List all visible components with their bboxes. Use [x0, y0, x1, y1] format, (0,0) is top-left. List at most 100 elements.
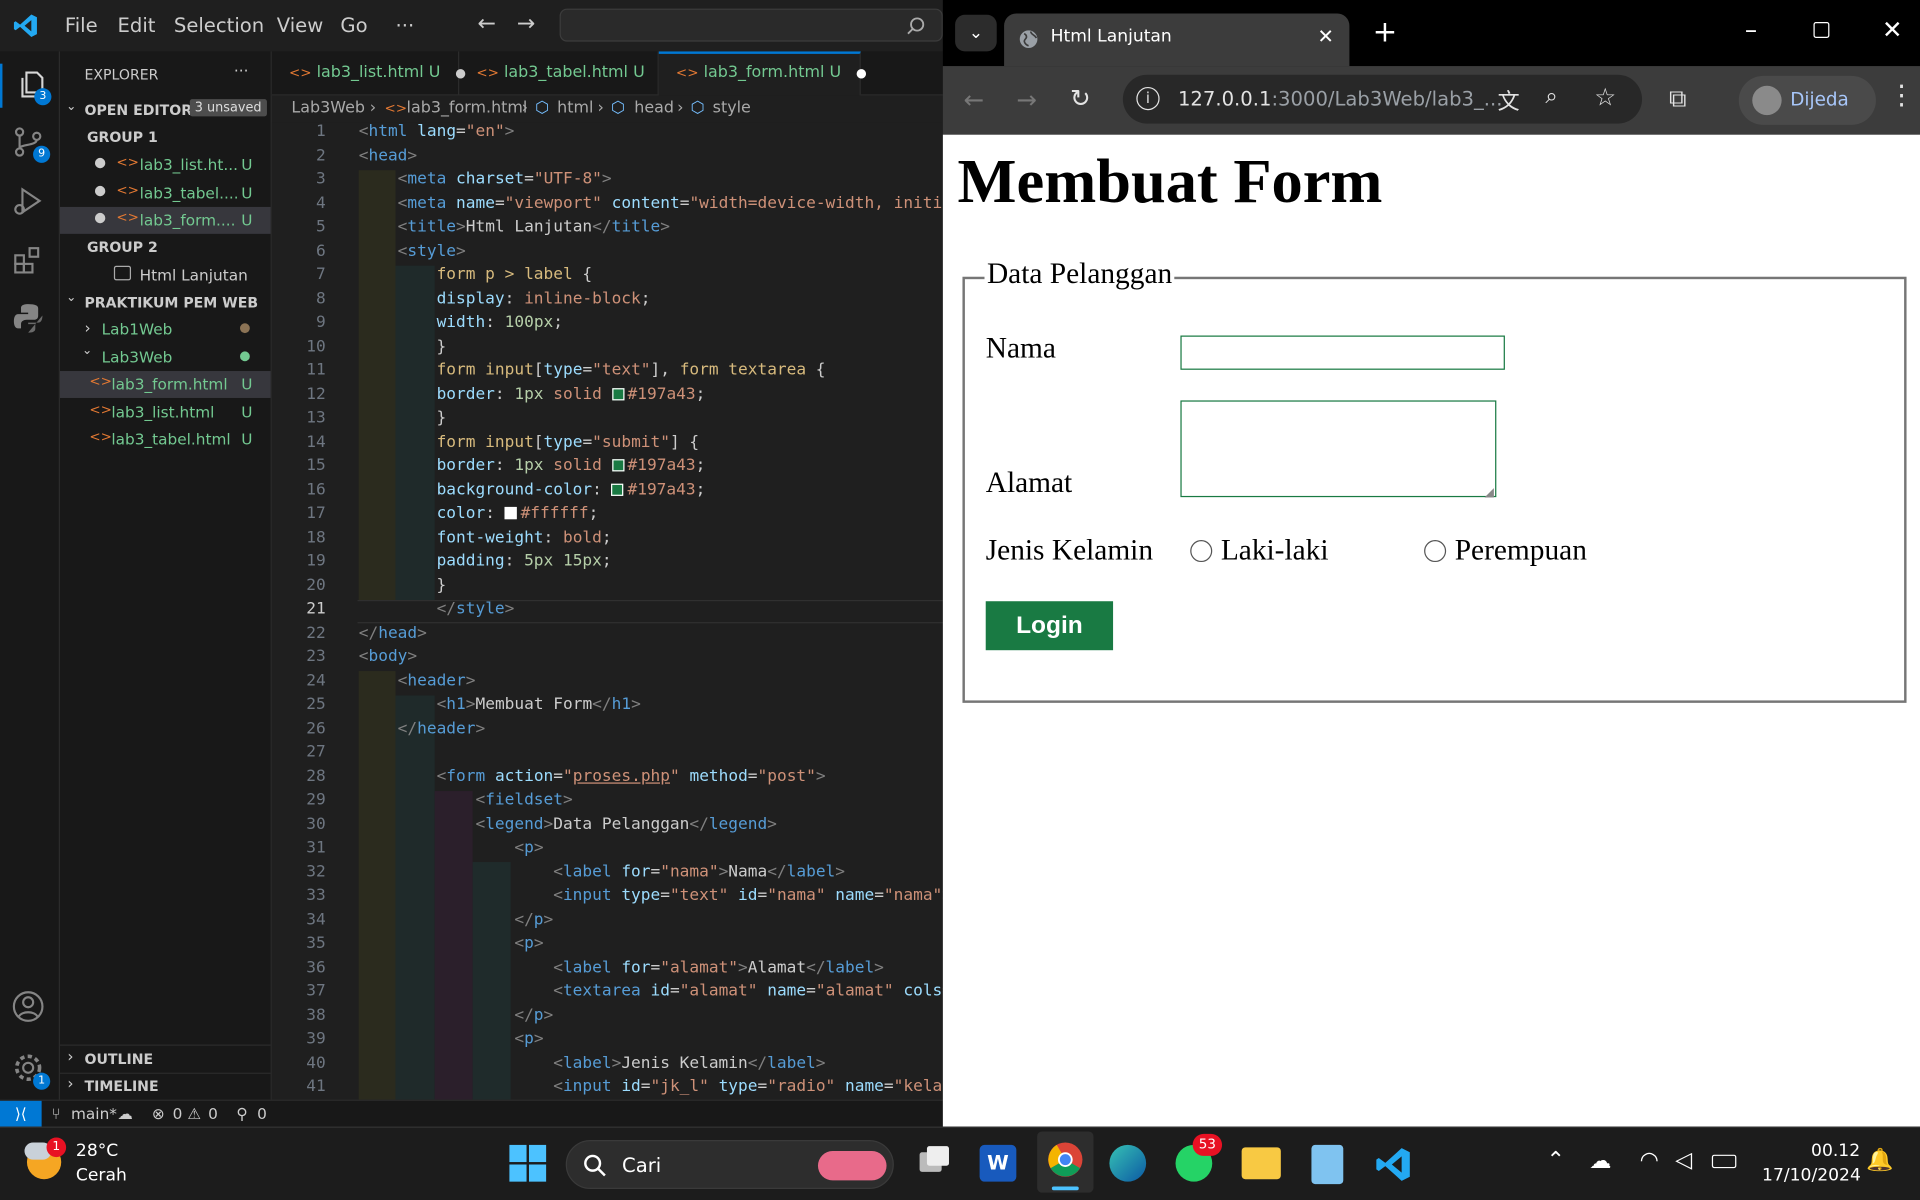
windows-start-icon[interactable] — [509, 1144, 547, 1182]
warning-icon[interactable]: ⚠ — [187, 1101, 201, 1128]
chevron-down-icon[interactable]: ⌄ — [66, 100, 76, 113]
menu-go[interactable]: Go — [340, 13, 367, 36]
volume-icon[interactable]: ◁ — [1675, 1147, 1692, 1173]
open-editor-item[interactable]: ● <> lab3_tabel.... U — [60, 180, 271, 207]
menu-file[interactable]: File — [65, 13, 98, 36]
minimize-icon[interactable]: – — [1745, 15, 1757, 44]
unsaved-dot-icon[interactable]: ● — [856, 67, 867, 80]
notepad-icon[interactable] — [1311, 1144, 1344, 1185]
kebab-menu-icon[interactable]: ⋮ — [1888, 81, 1915, 112]
back-arrow-icon[interactable]: ← — [478, 11, 496, 37]
breadcrumb-item[interactable]: html — [557, 96, 593, 123]
sync-icon[interactable]: ☁ — [118, 1101, 133, 1128]
project-header[interactable]: PRAKTIKUM PEM WEB — [84, 294, 258, 311]
taskbar-search[interactable]: Cari — [565, 1140, 894, 1189]
profile-button[interactable]: Dijeda — [1738, 75, 1876, 125]
accounts-activity[interactable] — [11, 989, 50, 1028]
unsaved-dot-icon[interactable]: ● — [94, 154, 106, 170]
login-button[interactable]: Login — [985, 601, 1114, 651]
breadcrumb-item[interactable]: lab3_form.html — [407, 96, 528, 123]
clock-date[interactable]: 17/10/2024 — [1762, 1166, 1861, 1186]
forward-arrow-icon[interactable]: → — [1016, 84, 1037, 113]
bookmark-star-icon[interactable]: ☆ — [1594, 82, 1616, 111]
ports-icon[interactable]: ⚲ — [236, 1101, 247, 1128]
battery-icon[interactable] — [1711, 1154, 1737, 1169]
close-tab-icon[interactable]: ✕ — [1318, 24, 1334, 47]
menu-more[interactable]: ··· — [396, 13, 415, 36]
code-editor[interactable]: 1 2 3 4 5 6 7 8 9 10 11 12 13 14 15 16 17 18 19 20 21 22 23 24 2… — [271, 122, 943, 1100]
whatsapp-icon[interactable]: 53 — [1175, 1133, 1223, 1182]
folder-item[interactable]: ⌄ Lab3Web — [60, 344, 271, 371]
color-swatch[interactable] — [611, 387, 624, 400]
remote-indicator[interactable]: ⟩⟨ — [0, 1100, 42, 1128]
file-explorer-icon[interactable] — [1241, 1147, 1281, 1180]
address-bar[interactable]: i 127.0.0.1:3000/Lab3Web/lab3_... 文 ⌕ ☆ — [1122, 74, 1643, 124]
file-item[interactable]: <> lab3_list.html U — [60, 399, 271, 426]
open-editor-item-active[interactable]: ● <> lab3_form.... U — [60, 206, 271, 234]
radio-laki-laki[interactable] — [1190, 540, 1213, 563]
menu-view[interactable]: View — [277, 13, 323, 36]
chevron-right-icon[interactable]: › — [67, 1074, 73, 1092]
tab-lab3-list[interactable]: <> lab3_list.html U ● — [272, 51, 466, 96]
forward-arrow-icon[interactable]: → — [517, 11, 535, 37]
chevron-up-icon[interactable]: ⌃ — [1547, 1147, 1565, 1173]
folder-item[interactable]: › Lab1Web — [60, 316, 271, 343]
run-debug-activity[interactable] — [11, 184, 50, 223]
branch-name[interactable]: main* — [71, 1101, 117, 1128]
weather-widget[interactable]: 1 — [24, 1137, 67, 1182]
breadcrumb-item[interactable]: Lab3Web — [291, 96, 365, 123]
extensions-puzzle-icon[interactable]: ⧉ — [1669, 83, 1686, 112]
source-control-activity[interactable]: 9 — [11, 125, 51, 164]
clock-time[interactable]: 00.12 — [1811, 1141, 1860, 1161]
tab-lab3-form[interactable]: <> lab3_form.html U ● — [658, 51, 867, 96]
explorer-activity[interactable]: 3 — [0, 63, 60, 108]
file-item-active[interactable]: <> lab3_form.html U — [60, 371, 271, 398]
settings-activity[interactable]: 1 — [11, 1051, 51, 1090]
notification-bell-icon[interactable]: 🔔 — [1866, 1147, 1893, 1173]
browser-tab-active[interactable]: Html Lanjutan ✕ — [1004, 13, 1350, 67]
alamat-textarea[interactable]: ◢ — [1180, 400, 1497, 500]
reload-icon[interactable]: ↻ — [1070, 83, 1091, 112]
extensions-activity[interactable] — [11, 242, 50, 281]
tab-lab3-tabel[interactable]: <> lab3_tabel.html U ● — [459, 51, 670, 96]
close-window-icon[interactable]: ✕ — [1882, 15, 1903, 44]
python-activity[interactable] — [11, 301, 50, 340]
resize-handle-icon[interactable]: ◢ — [1484, 486, 1493, 499]
new-tab-button[interactable]: + — [1373, 15, 1398, 49]
back-arrow-icon[interactable]: ← — [964, 84, 985, 113]
chrome-taskbar-button[interactable] — [1037, 1131, 1094, 1193]
maximize-icon[interactable] — [1813, 22, 1830, 38]
open-editor-item[interactable]: ● <> lab3_list.ht... U — [60, 152, 271, 179]
wifi-icon[interactable]: ◠ — [1640, 1147, 1659, 1173]
nama-input[interactable] — [1180, 335, 1505, 370]
command-center-search[interactable] — [559, 8, 943, 42]
word-icon[interactable]: W — [979, 1144, 1017, 1182]
open-editor-item[interactable]: Html Lanjutan — [60, 262, 271, 289]
unsaved-dot-icon[interactable]: ● — [94, 182, 106, 198]
menu-selection[interactable]: Selection — [174, 13, 264, 36]
radio-perempuan[interactable] — [1424, 540, 1447, 563]
edge-icon[interactable] — [1109, 1144, 1147, 1182]
translate-icon[interactable]: 文 — [1498, 84, 1520, 116]
task-view-icon[interactable] — [915, 1145, 952, 1177]
color-swatch[interactable] — [611, 459, 624, 472]
open-editors-header[interactable]: OPEN EDITORS — [84, 102, 202, 119]
more-actions-icon[interactable]: ··· — [234, 61, 249, 79]
menu-edit[interactable]: Edit — [118, 13, 156, 36]
site-info-icon[interactable]: i — [1136, 86, 1160, 111]
chevron-right-icon[interactable]: › — [67, 1047, 73, 1065]
zoom-icon[interactable]: ⌕ — [1545, 83, 1557, 109]
file-item[interactable]: <> lab3_tabel.html U — [60, 426, 271, 453]
unsaved-dot-icon[interactable]: ● — [94, 209, 106, 225]
error-icon[interactable]: ⊗ — [152, 1101, 165, 1128]
outline-header[interactable]: OUTLINE — [84, 1051, 153, 1068]
vscode-taskbar-icon[interactable] — [1374, 1145, 1413, 1184]
breadcrumb-item[interactable]: style — [713, 96, 751, 123]
timeline-header[interactable]: TIMELINE — [84, 1078, 158, 1095]
breadcrumb-item[interactable]: head — [634, 96, 674, 123]
chevron-down-icon[interactable]: ⌄ — [66, 291, 76, 304]
color-swatch[interactable] — [504, 506, 517, 520]
onedrive-icon[interactable]: ☁ — [1589, 1149, 1611, 1175]
color-swatch[interactable] — [611, 483, 624, 496]
tab-search-button[interactable]: ⌄ — [955, 14, 997, 52]
